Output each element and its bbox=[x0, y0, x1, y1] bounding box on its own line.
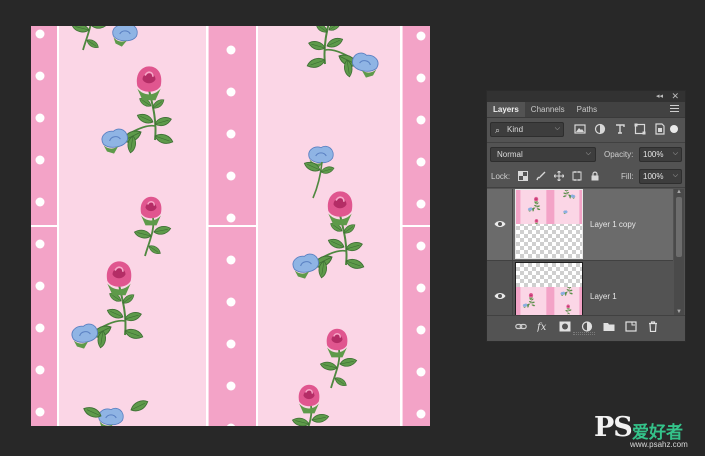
document-canvas[interactable] bbox=[31, 26, 430, 426]
fill-value: 100% bbox=[643, 172, 664, 181]
watermark-logo: PS bbox=[594, 412, 633, 443]
layers-panel-footer: fx bbox=[487, 315, 685, 335]
lock-row: Lock: Fill: 100% ⌵ bbox=[490, 169, 682, 185]
chevron-down-icon: ⌵ bbox=[672, 172, 678, 179]
layers-panel: ◂◂ ✕ Layers Channels Paths ⌕ Kind ⌵ Norm… bbox=[486, 90, 686, 342]
chevron-down-icon: ⌵ bbox=[672, 150, 678, 157]
layer-list-scrollbar[interactable]: ▲ ▼ bbox=[674, 189, 684, 315]
filter-toggle-icon[interactable] bbox=[670, 125, 678, 133]
search-icon: ⌕ bbox=[495, 125, 501, 135]
divider bbox=[512, 189, 513, 260]
layer-list: Layer 1 copy Layer 1 bbox=[487, 189, 673, 331]
layer-thumbnail bbox=[515, 262, 583, 318]
chevron-down-icon: ⌵ bbox=[585, 150, 591, 157]
lock-position-icon[interactable] bbox=[554, 171, 564, 181]
thumbnail-artwork bbox=[516, 287, 582, 317]
floral-pattern-artwork bbox=[31, 26, 430, 426]
opacity-field[interactable]: 100% ⌵ bbox=[639, 147, 682, 162]
layer-row-layer-1-copy[interactable]: Layer 1 copy bbox=[487, 189, 673, 260]
panel-title-bar[interactable]: ◂◂ ✕ bbox=[487, 91, 685, 102]
filter-kind-select[interactable]: ⌕ Kind ⌵ bbox=[490, 122, 564, 137]
lock-transparent-pixels-icon[interactable] bbox=[518, 171, 528, 181]
adjustment-layer-icon[interactable] bbox=[581, 321, 593, 332]
fx-icon[interactable]: fx bbox=[537, 321, 549, 332]
new-layer-icon[interactable] bbox=[625, 321, 637, 332]
smart-object-filter-icon[interactable] bbox=[654, 123, 666, 135]
tab-channels[interactable]: Channels bbox=[525, 102, 571, 117]
type-layer-filter-icon[interactable] bbox=[614, 123, 626, 135]
add-mask-icon[interactable] bbox=[559, 321, 571, 332]
group-folder-icon[interactable] bbox=[603, 321, 615, 332]
collapse-panel-icon[interactable]: ◂◂ bbox=[656, 92, 663, 101]
eye-icon[interactable] bbox=[494, 292, 506, 300]
lock-image-pixels-icon[interactable] bbox=[536, 171, 546, 181]
layer-filter-row: ⌕ Kind ⌵ bbox=[490, 122, 682, 138]
link-layers-icon[interactable] bbox=[515, 321, 527, 332]
lock-label: Lock: bbox=[491, 172, 511, 181]
divider bbox=[487, 142, 685, 143]
layer-name[interactable]: Layer 1 copy bbox=[590, 220, 636, 229]
divider bbox=[487, 187, 685, 188]
panel-tabs: Layers Channels Paths bbox=[487, 102, 685, 118]
adjustment-layer-filter-icon[interactable] bbox=[594, 123, 606, 135]
tab-paths[interactable]: Paths bbox=[571, 102, 603, 117]
fill-label: Fill: bbox=[621, 172, 634, 181]
blend-mode-select[interactable]: Normal ⌵ bbox=[490, 147, 596, 162]
watermark-url: www.psahz.com bbox=[630, 440, 688, 449]
thumbnail-artwork bbox=[516, 190, 582, 224]
scroll-up-icon[interactable]: ▲ bbox=[676, 189, 682, 195]
pixel-layer-filter-icon[interactable] bbox=[574, 123, 586, 135]
resize-grip[interactable] bbox=[573, 332, 595, 335]
site-watermark: PS 爱好者 www.psahz.com bbox=[594, 412, 702, 452]
scroll-thumb[interactable] bbox=[676, 197, 682, 257]
layer-thumbnail bbox=[515, 189, 583, 259]
trash-icon[interactable] bbox=[647, 321, 659, 332]
fill-field[interactable]: 100% ⌵ bbox=[639, 169, 682, 184]
panel-menu-icon[interactable] bbox=[670, 105, 679, 114]
eye-icon[interactable] bbox=[494, 220, 506, 228]
blend-mode-value: Normal bbox=[497, 150, 523, 159]
blend-row: Normal ⌵ Opacity: 100% ⌵ bbox=[490, 147, 682, 163]
layer-name[interactable]: Layer 1 bbox=[590, 292, 617, 301]
close-icon[interactable]: ✕ bbox=[671, 91, 679, 101]
shape-layer-filter-icon[interactable] bbox=[634, 123, 646, 135]
lock-all-icon[interactable] bbox=[590, 171, 600, 181]
tab-layers[interactable]: Layers bbox=[487, 102, 525, 117]
opacity-value: 100% bbox=[643, 150, 664, 159]
svg-text:fx: fx bbox=[537, 322, 547, 332]
filter-kind-label: Kind bbox=[507, 125, 524, 134]
chevron-down-icon: ⌵ bbox=[554, 125, 560, 132]
opacity-label: Opacity: bbox=[604, 150, 634, 159]
artboard-lock-icon[interactable] bbox=[572, 171, 582, 181]
